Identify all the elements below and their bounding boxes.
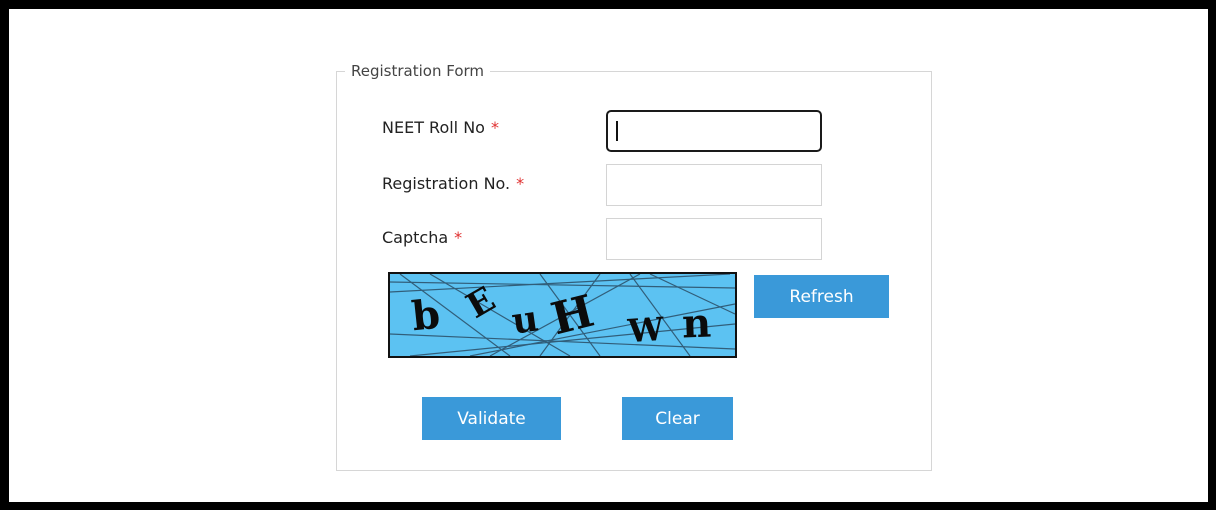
captcha-label: Captcha * bbox=[382, 228, 463, 247]
captcha-char: b bbox=[409, 290, 443, 341]
clear-button[interactable]: Clear bbox=[622, 397, 733, 440]
captcha-char: W bbox=[626, 309, 666, 351]
required-mark: * bbox=[516, 174, 525, 193]
refresh-button[interactable]: Refresh bbox=[754, 275, 889, 318]
neet-roll-no-label: NEET Roll No * bbox=[382, 118, 499, 137]
validate-button[interactable]: Validate bbox=[422, 397, 561, 440]
neet-roll-no-input[interactable] bbox=[606, 110, 822, 152]
captcha-char: n bbox=[681, 299, 712, 348]
captcha-image: b E u H W n bbox=[388, 272, 737, 358]
text-caret bbox=[616, 121, 618, 141]
form-legend: Registration Form bbox=[351, 62, 485, 80]
required-mark: * bbox=[490, 118, 499, 137]
registration-no-label: Registration No. * bbox=[382, 174, 525, 193]
captcha-char: u bbox=[509, 297, 541, 343]
registration-no-input[interactable] bbox=[606, 164, 822, 206]
captcha-input[interactable] bbox=[606, 218, 822, 260]
required-mark: * bbox=[454, 228, 463, 247]
